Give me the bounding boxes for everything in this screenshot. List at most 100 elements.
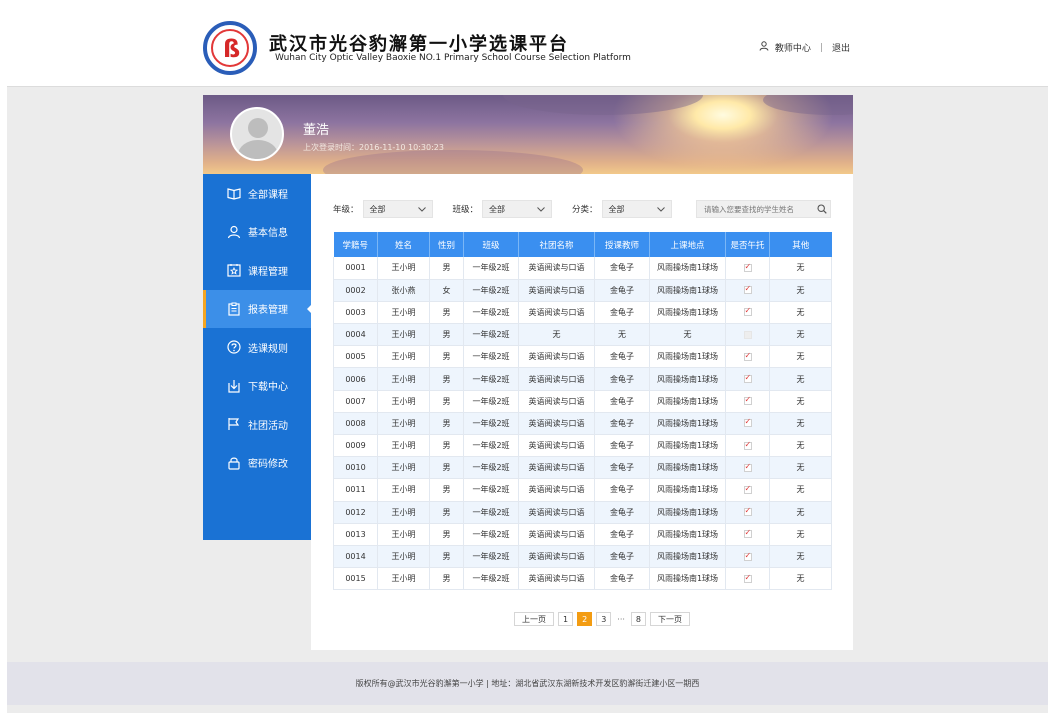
lunch-checkbox[interactable] <box>743 351 752 361</box>
table-cell-lunch <box>725 323 770 347</box>
table-row: 0001王小明男一年级2班英语阅读与口语金龟子风雨操场南1球场 无 <box>333 257 832 280</box>
table-cell-other: 无 <box>769 323 832 347</box>
lunch-checkbox[interactable] <box>743 395 752 406</box>
category-select-value: 全部 <box>608 204 625 214</box>
table-cell-other: 无 <box>769 345 832 369</box>
lunch-checkbox[interactable] <box>743 330 752 339</box>
lunch-checkbox[interactable] <box>743 506 752 517</box>
clipboard-icon <box>227 302 241 316</box>
table-row: 0007王小明男一年级2班英语阅读与口语金龟子风雨操场南1球场 无 <box>333 390 832 413</box>
table-cell-place: 风雨操场南1球场 <box>649 390 726 413</box>
table-cell-teacher: 金龟子 <box>594 412 650 436</box>
table-cell-teacher: 金龟子 <box>594 434 650 458</box>
search-icon[interactable] <box>814 204 830 214</box>
user-icon <box>227 225 241 239</box>
sidebar-item-change-password[interactable]: 密码修改 <box>203 444 311 483</box>
profile-banner: 董浩 上次登录时间：2016-11-10 10:30:23 <box>203 95 853 174</box>
sidebar-item-course-rules[interactable]: 选课规则 <box>203 328 311 367</box>
logout-link[interactable]: 退出 <box>832 41 850 54</box>
lunch-checkbox[interactable] <box>743 262 752 272</box>
table-cell-other: 无 <box>769 501 832 524</box>
page-button[interactable]: 3 <box>596 612 612 626</box>
download-icon <box>227 379 241 393</box>
table-cell-gender: 女 <box>429 279 464 302</box>
lunch-checkbox[interactable] <box>743 484 752 494</box>
lunch-checkbox[interactable] <box>743 417 752 428</box>
table-row: 0006王小明男一年级2班英语阅读与口语金龟子风雨操场南1球场 无 <box>333 367 832 391</box>
table-cell-club: 英语阅读与口语 <box>518 478 595 502</box>
site-subtitle: Wuhan City Optic Valley Baoxie NO.1 Prim… <box>275 53 631 63</box>
sidebar-item-club-activities[interactable]: 社团活动 <box>203 405 311 444</box>
sidebar-item-all-courses[interactable]: 全部课程 <box>203 174 311 213</box>
table-cell-class: 一年级2班 <box>463 323 519 347</box>
table-row: 0004 王小明男一年级2班无无无无 <box>333 323 832 347</box>
column-header: 班级 <box>463 232 519 257</box>
table-cell-teacher: 金龟子 <box>594 257 650 280</box>
table-cell-teacher: 金龟子 <box>594 279 650 302</box>
sidebar-item-report-management[interactable]: 报表管理 <box>203 289 312 328</box>
lunch-checkbox[interactable] <box>743 284 752 295</box>
lunch-checkbox[interactable] <box>743 528 752 539</box>
search-input[interactable] <box>697 204 814 214</box>
table-row: 0005王小明男一年级2班英语阅读与口语金龟子风雨操场南1球场 无 <box>333 345 832 369</box>
table-cell-other: 无 <box>769 279 832 302</box>
table-cell-id: 0003 <box>333 301 378 325</box>
table-cell-class: 一年级2班 <box>463 367 519 391</box>
table-cell-lunch <box>725 456 770 480</box>
grade-select[interactable]: 全部 <box>362 200 433 218</box>
column-header: 社团名称 <box>518 232 595 257</box>
table-cell-place: 风雨操场南1球场 <box>649 434 726 458</box>
table-cell-id: 0015 <box>333 567 378 591</box>
table-cell-club: 英语阅读与口语 <box>518 367 595 391</box>
table-cell-club: 英语阅读与口语 <box>518 567 595 591</box>
page-button[interactable]: 1 <box>558 612 574 626</box>
lunch-checkbox[interactable] <box>743 373 752 384</box>
lock-icon <box>227 456 241 470</box>
star-calendar-icon <box>227 263 241 277</box>
lunch-checkbox[interactable] <box>743 306 752 317</box>
column-header: 其他 <box>769 232 832 257</box>
table-cell-place: 风雨操场南1球场 <box>649 501 726 524</box>
table-cell-gender: 男 <box>429 567 464 591</box>
next-page-button[interactable]: 下一页 <box>650 612 691 626</box>
chevron-down-icon <box>537 205 545 214</box>
lunch-checkbox[interactable] <box>743 551 752 561</box>
table-cell-class: 一年级2班 <box>463 478 519 502</box>
table-cell-name: 王小明 <box>377 434 430 458</box>
class-select[interactable]: 全部 <box>482 200 553 218</box>
sidebar-item-download-center[interactable]: 下载中心 <box>203 367 311 406</box>
table-cell-club: 英语阅读与口语 <box>518 279 595 302</box>
user-links: 教师中心 | 退出 <box>759 41 850 54</box>
category-select[interactable]: 全部 <box>601 200 672 218</box>
table-cell-name: 王小明 <box>377 501 430 524</box>
teacher-center-link[interactable]: 教师中心 <box>775 41 811 54</box>
student-report-table: 学籍号 姓名 性别 班级 社团名称 授课教师 上课地点 是否午托 其他 0001… <box>333 232 832 591</box>
sidebar-item-course-management[interactable]: 课程管理 <box>203 251 311 290</box>
lunch-checkbox[interactable] <box>743 573 752 583</box>
sidebar-item-label: 全部课程 <box>248 189 288 201</box>
site-header: ß 武汉市光谷豹澥第一小学选课平台 Wuhan City Optic Valle… <box>7 0 1048 87</box>
table-cell-gender: 男 <box>429 478 464 502</box>
table-cell-lunch <box>725 434 770 458</box>
table-cell-place: 风雨操场南1球场 <box>649 257 726 280</box>
table-cell-teacher: 金龟子 <box>594 301 650 325</box>
lunch-checkbox[interactable] <box>743 440 752 450</box>
current-page-button[interactable]: 2 <box>577 612 593 626</box>
table-row: 0014王小明男一年级2班英语阅读与口语金龟子风雨操场南1球场 无 <box>333 545 832 569</box>
table-cell-id: 0005 <box>333 345 378 369</box>
table-cell-name: 王小明 <box>377 567 430 591</box>
prev-page-button[interactable]: 上一页 <box>514 612 554 626</box>
table-row: 0002张小燕女一年级2班英语阅读与口语金龟子风雨操场南1球场 无 <box>333 279 832 302</box>
table-cell-place: 无 <box>649 323 726 347</box>
avatar[interactable] <box>230 107 284 161</box>
last-page-button[interactable]: 8 <box>630 612 647 626</box>
table-cell-place: 风雨操场南1球场 <box>649 567 726 591</box>
grade-select-value: 全部 <box>369 204 386 214</box>
table-cell-class: 一年级2班 <box>463 390 519 413</box>
table-cell-class: 一年级2班 <box>463 257 519 280</box>
table-cell-id: 0007 <box>333 390 378 413</box>
lunch-checkbox[interactable] <box>743 462 752 472</box>
table-cell-other: 无 <box>769 367 832 391</box>
sidebar-item-basic-info[interactable]: 基本信息 <box>203 213 311 252</box>
table-cell-teacher: 金龟子 <box>594 567 650 591</box>
